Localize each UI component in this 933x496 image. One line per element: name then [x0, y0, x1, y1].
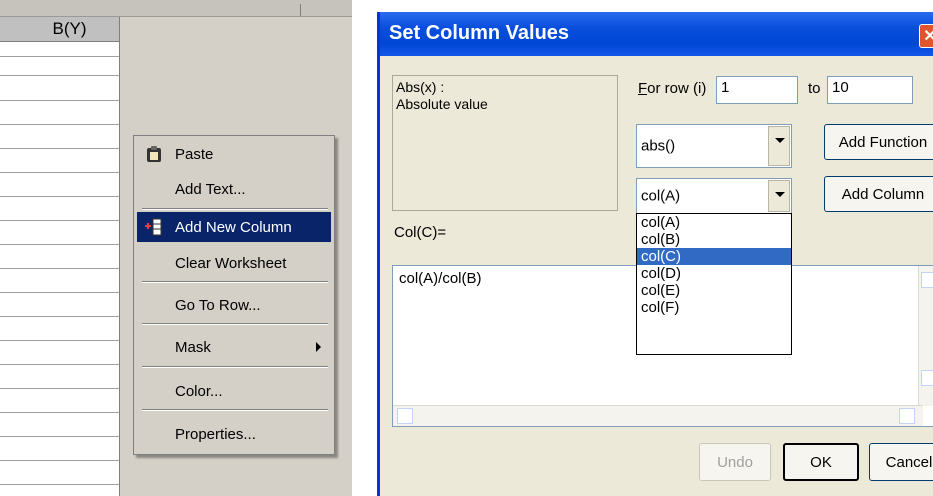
scroll-left-icon[interactable] — [397, 408, 413, 424]
cell-row-line — [0, 172, 119, 173]
function-description: Absolute value — [396, 96, 488, 112]
vertical-scrollbar[interactable] — [918, 266, 933, 406]
menu-item-properties[interactable]: Properties... — [137, 419, 331, 449]
menu-item-label: Clear Worksheet — [175, 254, 287, 272]
menu-item-label: Add New Column — [175, 218, 292, 236]
cell-row-line — [0, 316, 119, 317]
list-item[interactable]: col(B) — [637, 231, 791, 248]
cell-row-line — [0, 196, 119, 197]
chevron-down-icon[interactable] — [768, 180, 790, 212]
menu-item-label: Properties... — [175, 425, 256, 443]
cell-row-line — [0, 268, 119, 269]
for-row-label-text: or row (i) — [647, 80, 707, 97]
scroll-down-icon[interactable] — [921, 370, 933, 386]
dialog-title: Set Column Values — [389, 22, 570, 44]
cell-row-line — [0, 56, 119, 57]
menu-item-label: Go To Row... — [175, 296, 261, 314]
set-column-values-dialog: Set Column Values ✕ Abs(x) : Absolute va… — [377, 12, 933, 496]
menu-separator — [142, 208, 328, 210]
ok-button[interactable]: OK — [783, 443, 859, 481]
menu-item-clear-worksheet[interactable]: Clear Worksheet — [137, 248, 331, 278]
function-combo-value: abs() — [641, 137, 676, 155]
cell-row-line — [0, 220, 119, 221]
column-header-b[interactable]: B(Y) — [0, 17, 120, 42]
add-column-button[interactable]: Add Column — [824, 176, 933, 212]
menu-item-color[interactable]: Color... — [137, 376, 331, 406]
column-dropdown-list: col(A) col(B) col(C) col(D) col(E) col(F… — [636, 213, 792, 355]
cell-row-line — [0, 484, 119, 485]
menu-item-paste[interactable]: Paste — [137, 139, 331, 169]
list-item[interactable]: col(D) — [637, 265, 791, 282]
cell-row-line — [0, 292, 119, 293]
for-row-start-input[interactable]: 1 — [716, 76, 798, 104]
dialog-title-bar[interactable]: Set Column Values ✕ — [380, 12, 933, 56]
for-row-end-value: 10 — [832, 79, 849, 96]
add-function-button[interactable]: Add Function — [824, 124, 933, 160]
cell-row-line — [0, 436, 119, 437]
horizontal-scrollbar[interactable] — [393, 405, 923, 426]
for-row-start-value: 1 — [721, 79, 730, 96]
for-row-end-input[interactable]: 10 — [827, 76, 913, 104]
cell-row-line — [0, 148, 119, 149]
cancel-button[interactable]: Cancel — [869, 443, 933, 481]
menu-separator — [142, 409, 328, 411]
menu-item-label: Paste — [175, 145, 214, 163]
cell-row-line — [0, 412, 119, 413]
menu-item-label: Mask — [175, 338, 211, 356]
menu-separator — [142, 366, 328, 368]
scroll-up-icon[interactable] — [921, 272, 933, 288]
function-combo[interactable]: abs() — [636, 124, 792, 168]
close-icon[interactable]: ✕ — [919, 24, 933, 48]
to-label: to — [808, 80, 821, 97]
menu-separator — [142, 323, 328, 325]
scroll-right-icon[interactable] — [899, 408, 915, 424]
column-combo[interactable]: col(A) — [636, 178, 792, 214]
list-item[interactable]: col(E) — [637, 282, 791, 299]
menu-item-add-text[interactable]: Add Text... — [137, 174, 331, 204]
clipboard-icon — [147, 146, 161, 162]
context-menu: Paste Add Text... Add New Column Clear W… — [133, 135, 335, 455]
add-column-label: Add Column — [841, 185, 925, 203]
chevron-down-icon[interactable] — [768, 126, 790, 166]
menu-item-label: Add Text... — [175, 180, 246, 198]
menu-item-add-new-column[interactable]: Add New Column — [137, 212, 331, 242]
cell-row-line — [0, 75, 119, 76]
list-item[interactable]: col(F) — [637, 299, 791, 316]
target-column-label: Col(C)= — [394, 224, 447, 241]
ok-label: OK — [810, 453, 832, 471]
column-combo-value: col(A) — [641, 187, 681, 205]
cell-row-line — [0, 340, 119, 341]
submenu-arrow-icon — [316, 342, 321, 352]
function-signature: Abs(x) : — [396, 79, 445, 95]
menu-item-go-to-row[interactable]: Go To Row... — [137, 290, 331, 320]
undo-button[interactable]: Undo — [699, 443, 771, 481]
menu-separator — [142, 281, 328, 283]
cell-row-line — [0, 124, 119, 125]
worksheet-area: B(Y) Paste Add Text... Add New Column Cl… — [0, 0, 352, 496]
formula-text: col(A)/col(B) — [399, 270, 482, 287]
function-description-box: Abs(x) : Absolute value — [392, 75, 618, 211]
toolbar-divider — [300, 4, 301, 16]
cell-row-line — [0, 460, 119, 461]
cancel-label: Cancel — [885, 453, 933, 471]
for-row-label: For row (i) — [638, 80, 707, 97]
column-b-cells[interactable] — [0, 42, 120, 496]
undo-label: Undo — [717, 453, 753, 471]
menu-item-label: Color... — [175, 382, 223, 400]
column-header-label: B(Y) — [52, 19, 87, 38]
list-item[interactable]: col(A) — [637, 214, 791, 231]
list-item-selected[interactable]: col(C) — [637, 248, 791, 265]
menu-item-mask[interactable]: Mask — [137, 332, 331, 362]
add-function-label: Add Function — [838, 133, 928, 151]
add-column-icon — [145, 218, 162, 236]
cell-row-line — [0, 244, 119, 245]
cell-row-line — [0, 364, 119, 365]
cell-row-line — [0, 388, 119, 389]
cell-row-line — [0, 100, 119, 101]
